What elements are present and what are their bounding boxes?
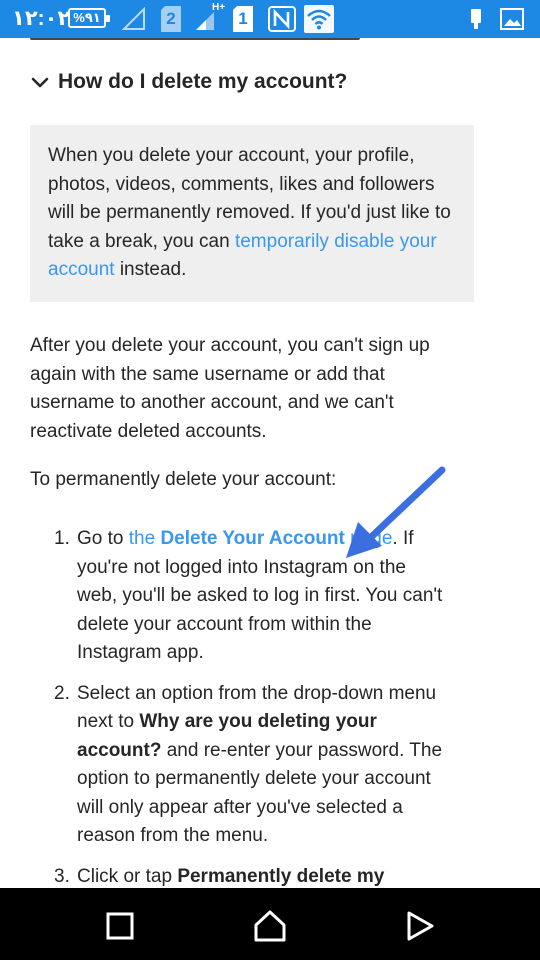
step-number: 2.: [54, 682, 70, 704]
faq-question-title[interactable]: How do I delete my account?: [58, 70, 347, 94]
previous-heading-cutoff: [30, 38, 430, 42]
signal-empty-icon: [122, 6, 148, 32]
sim2-icon: 2: [160, 6, 182, 32]
sim1-label: 1: [238, 9, 248, 28]
wifi-icon: [304, 5, 334, 33]
info-note-box: When you delete your account, your profi…: [30, 125, 474, 302]
recents-square-icon[interactable]: [100, 906, 140, 946]
back-play-icon[interactable]: [400, 906, 440, 946]
signal-hplus-icon: H+: [194, 2, 225, 32]
note-text-end: instead.: [114, 259, 187, 280]
link-text[interactable]: the: [129, 528, 161, 549]
sim1-icon: 1: [232, 6, 254, 32]
nfc-icon: [268, 6, 296, 32]
battery-percent: %٩١: [73, 10, 101, 25]
status-time: ١٢:٠٢: [12, 7, 71, 30]
status-bar: ١٢:٠٢ %٩١ 2 H+ 1: [0, 0, 540, 38]
sim2-label: 2: [166, 9, 176, 28]
help-article: How do I delete my account? When you del…: [0, 38, 540, 888]
chevron-down-icon[interactable]: [30, 72, 50, 92]
usb-icon: [466, 6, 486, 32]
list-item: 2. Select an option from the drop-down m…: [0, 680, 450, 851]
step-bold-text: Permanently delete my: [177, 865, 385, 887]
battery-icon: %٩١: [68, 8, 110, 28]
delete-warning-paragraph: After you delete your account, you can't…: [30, 335, 430, 442]
steps-list: 1. Go to the Delete Your Account page. I…: [0, 525, 450, 888]
step-number: 1.: [54, 528, 70, 549]
navigation-bar: [0, 888, 540, 960]
network-type: H+: [212, 2, 226, 13]
home-icon[interactable]: [250, 906, 290, 946]
list-item: 3. Click or tap Permanently delete my: [0, 863, 450, 889]
step-text: Click or tap: [77, 865, 178, 887]
link-bold-text[interactable]: Delete Your Account: [160, 528, 344, 549]
step-text: Go to: [77, 528, 129, 549]
faq-question-header[interactable]: How do I delete my account?: [30, 70, 347, 94]
image-icon: [500, 6, 524, 32]
step-number: 3.: [54, 865, 70, 887]
pointer-arrow-annotation: [346, 466, 446, 558]
